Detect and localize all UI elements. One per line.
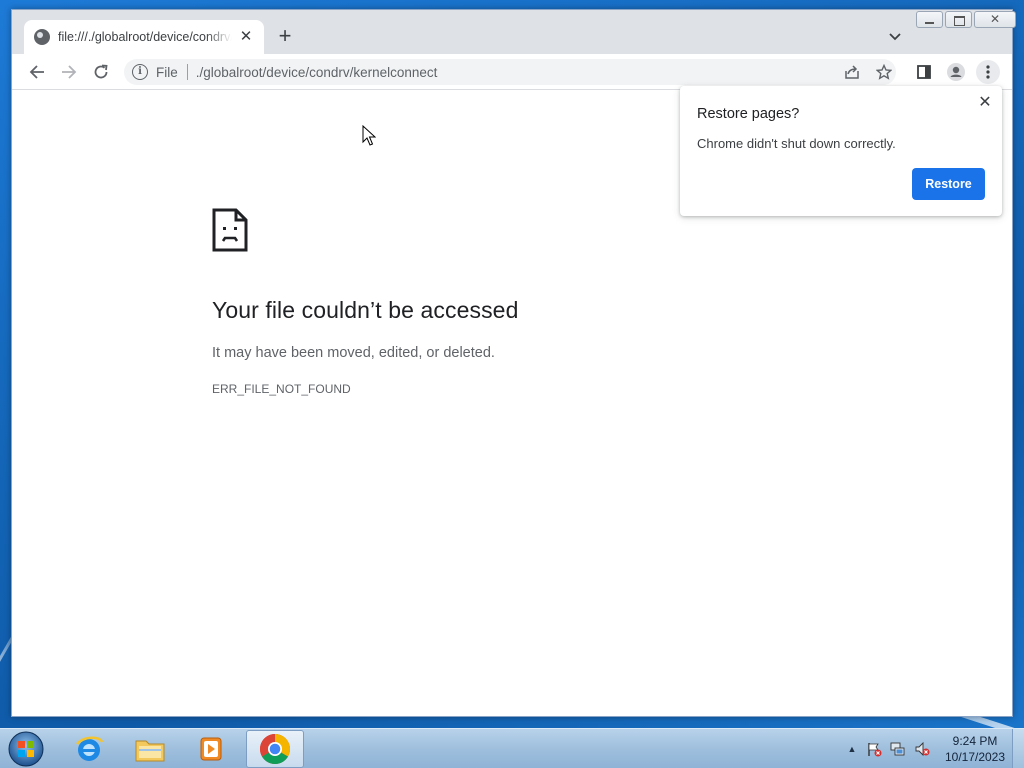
taskbar-file-explorer[interactable] [121,730,179,768]
clock-time: 9:24 PM [952,734,998,748]
system-tray: ▲ 9:24 PM 10/17/2023 [840,729,1024,768]
bookmark-button[interactable] [872,60,896,84]
side-panel-icon [917,65,931,79]
close-icon[interactable]: ✕ [238,29,254,45]
close-icon[interactable]: ✕ [976,94,994,112]
share-icon [845,65,859,79]
reload-button[interactable] [89,60,113,84]
minimize-button[interactable] [916,11,943,28]
globe-icon [34,29,50,45]
start-button[interactable] [6,730,46,768]
share-button[interactable] [840,60,864,84]
scheme-chip[interactable]: File [156,65,178,80]
volume-muted-icon[interactable] [914,741,930,757]
internet-explorer-icon [76,736,104,761]
taskbar-internet-explorer[interactable] [60,730,118,768]
network-icon[interactable] [890,741,906,757]
tab-active[interactable]: file:///./globalroot/device/condrv/kerne… [24,20,264,54]
browser-window: file:///./globalroot/device/condrv/kerne… [11,9,1016,717]
restore-pages-bubble: Restore pages? Chrome didn't shut down c… [680,86,1002,216]
restore-button[interactable]: Restore [912,168,985,200]
taskbar-chrome[interactable] [246,730,304,768]
error-description: It may have been moved, edited, or delet… [212,345,495,361]
info-icon[interactable]: i [132,64,148,80]
profile-button[interactable] [944,60,968,84]
show-desktop-button[interactable] [1012,729,1024,768]
folder-icon [135,740,165,762]
omnibox-divider [186,64,188,80]
more-vert-icon [986,65,990,79]
tab-title: file:///./globalroot/device/condrv/kerne… [58,30,232,44]
window-caption-buttons: ✕ [916,11,1018,29]
back-button[interactable] [25,60,49,84]
taskbar: ▲ 9:24 PM 10/17/2023 [0,728,1024,768]
arrow-right-icon [62,65,77,79]
url-text[interactable]: ./globalroot/device/condrv/kernelconnect [196,65,438,80]
maximize-button[interactable] [945,11,972,28]
sad-file-icon [212,208,248,252]
window-close-button[interactable]: ✕ [974,11,1016,28]
menu-button[interactable] [976,60,1000,84]
error-title: Your file couldn’t be accessed [212,297,519,323]
show-hidden-icons-button[interactable]: ▲ [844,741,860,757]
taskbar-clock[interactable]: 9:24 PM 10/17/2023 [940,733,1010,765]
chrome-icon [259,734,291,765]
mouse-cursor-icon [362,125,376,146]
popup-title: Restore pages? [697,106,800,122]
error-code: ERR_FILE_NOT_FOUND [212,382,351,396]
new-tab-button[interactable]: + [274,25,296,48]
popup-message: Chrome didn't shut down correctly. [697,136,896,151]
forward-button[interactable] [57,60,81,84]
chevron-down-icon[interactable] [884,26,906,48]
action-center-flag-icon[interactable] [866,741,882,757]
media-player-icon [200,737,222,761]
browser-toolbar: i File ./globalroot/device/condrv/kernel… [12,54,1012,90]
star-icon [876,64,892,80]
clock-date: 10/17/2023 [944,750,1006,764]
side-panel-button[interactable] [912,60,936,84]
tab-strip: file:///./globalroot/device/condrv/kerne… [12,10,1016,54]
taskbar-media-player[interactable] [182,730,240,768]
avatar-icon [947,63,965,81]
address-bar[interactable]: i File ./globalroot/device/condrv/kernel… [124,59,896,85]
reload-icon [94,64,108,79]
arrow-left-icon [29,65,44,79]
